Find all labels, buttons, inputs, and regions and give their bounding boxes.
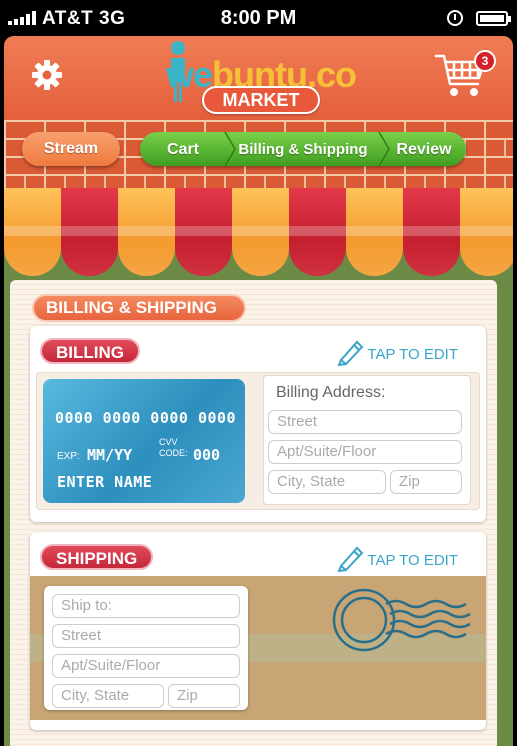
card-exp-label: EXP:	[57, 451, 80, 462]
step-cart[interactable]: Cart	[140, 132, 226, 166]
ship-to-field[interactable]: Ship to:	[52, 594, 240, 618]
cart-count-badge: 3	[474, 50, 496, 72]
card-cvv-value: 000	[193, 446, 221, 464]
gear-icon[interactable]	[30, 58, 64, 92]
card-name: ENTER NAME	[57, 473, 153, 491]
card-exp-value: MM/YY	[87, 446, 133, 464]
card-number: 0000 0000 0000 0000	[55, 409, 237, 427]
billing-street-field[interactable]: Street	[268, 410, 462, 434]
market-label: MARKET	[202, 86, 320, 114]
shipping-label: SHIPPING	[40, 544, 154, 570]
status-bar: AT&T 3G 8:00 PM	[0, 0, 517, 36]
status-time: 8:00 PM	[220, 7, 297, 29]
card-cvv-label: CVV CODE:	[159, 437, 188, 458]
pencil-icon	[337, 546, 364, 572]
billing-zip-field[interactable]: Zip	[390, 470, 462, 494]
awning	[4, 188, 513, 280]
billing-details: 0000 0000 0000 0000 EXP: MM/YY CVV CODE: …	[36, 372, 480, 510]
section-title: BILLING & SHIPPING	[32, 294, 246, 322]
credit-card[interactable]: 0000 0000 0000 0000 EXP: MM/YY CVV CODE: …	[43, 379, 245, 503]
app-window: webuntu.co MARKET 3 Stream Cart Billing …	[4, 36, 513, 746]
billing-address-title: Billing Address:	[276, 384, 386, 401]
tab-stream[interactable]: Stream	[22, 132, 120, 166]
billing-address-panel: Billing Address: Street Apt/Suite/Floor …	[263, 375, 471, 505]
app-header: webuntu.co MARKET 3	[4, 36, 513, 120]
shipping-street-field[interactable]: Street	[52, 624, 240, 648]
postmark-stamp-icon	[332, 588, 471, 652]
shipping-card: SHIPPING TAP TO EDIT Ship to: Street Apt…	[30, 532, 486, 730]
shipping-tap-to-edit[interactable]: TAP TO EDIT	[335, 542, 458, 572]
billing-city-state-field[interactable]: City, State	[268, 470, 386, 494]
checkout-steps: Cart Billing & Shipping Review	[140, 132, 466, 166]
shipping-envelope: Ship to: Street Apt/Suite/Floor City, St…	[30, 576, 486, 720]
step-review[interactable]: Review	[382, 132, 466, 166]
shipping-city-state-field[interactable]: City, State	[52, 684, 164, 708]
billing-tap-to-edit[interactable]: TAP TO EDIT	[335, 336, 458, 366]
shipping-address-panel: Ship to: Street Apt/Suite/Floor City, St…	[44, 586, 248, 710]
billing-label: BILLING	[40, 338, 140, 364]
pencil-icon	[337, 340, 364, 366]
shipping-zip-field[interactable]: Zip	[168, 684, 240, 708]
step-billing-shipping[interactable]: Billing & Shipping	[228, 132, 378, 166]
battery-icon	[476, 11, 511, 26]
checkout-content: BILLING & SHIPPING BILLING TAP TO EDIT 0…	[10, 280, 497, 746]
shipping-apt-field[interactable]: Apt/Suite/Floor	[52, 654, 240, 678]
billing-card: BILLING TAP TO EDIT 0000 0000 0000 0000 …	[30, 326, 486, 522]
alarm-clock-icon	[447, 10, 463, 26]
billing-apt-field[interactable]: Apt/Suite/Floor	[268, 440, 462, 464]
